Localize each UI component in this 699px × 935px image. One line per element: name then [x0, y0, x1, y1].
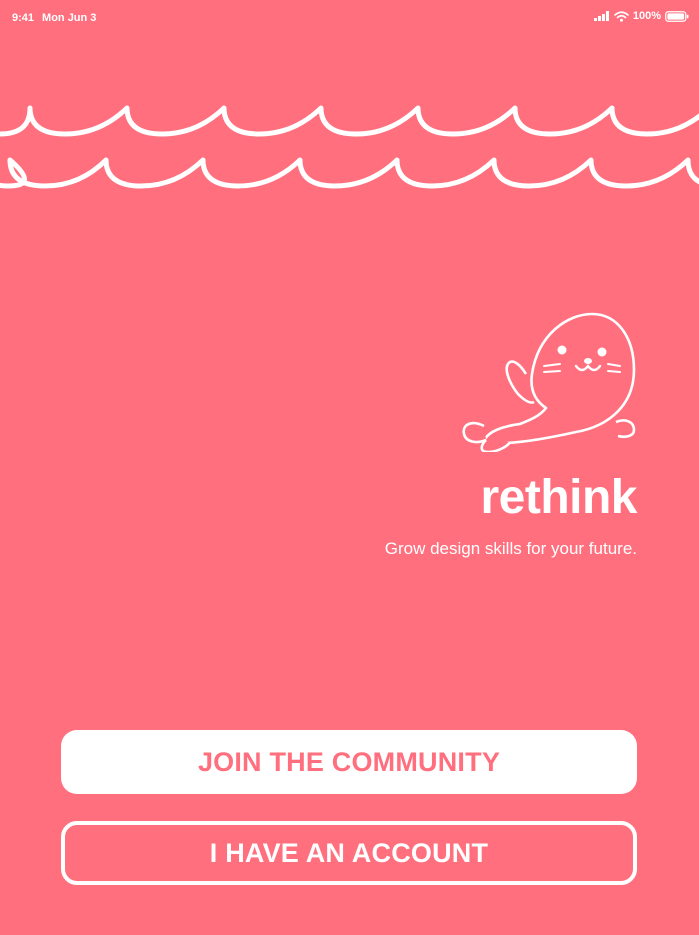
have-account-button[interactable]: I HAVE AN ACCOUNT — [61, 821, 637, 885]
status-bar: 9:41 Mon Jun 3 100% — [0, 0, 699, 36]
wave-line-bottom — [0, 157, 699, 189]
wave-line-top — [0, 105, 699, 137]
battery-icon — [665, 10, 689, 22]
wave-decoration — [0, 105, 699, 189]
brand-title: rethink — [480, 471, 637, 524]
seal-mascot-icon — [462, 312, 636, 452]
brand-tagline: Grow design skills for your future. — [384, 539, 637, 558]
welcome-screen: 9:41 Mon Jun 3 100% rethink Grow design … — [0, 0, 699, 935]
status-time: 9:41 — [12, 12, 35, 24]
status-date: Mon Jun 3 — [42, 12, 97, 24]
status-left: 9:41 Mon Jun 3 — [12, 12, 96, 24]
join-community-button[interactable]: JOIN THE COMMUNITY — [61, 730, 637, 794]
wifi-icon — [614, 10, 629, 22]
status-right: 100% — [593, 10, 689, 22]
signal-icon — [593, 11, 609, 21]
battery-percentage: 100% — [632, 10, 661, 22]
